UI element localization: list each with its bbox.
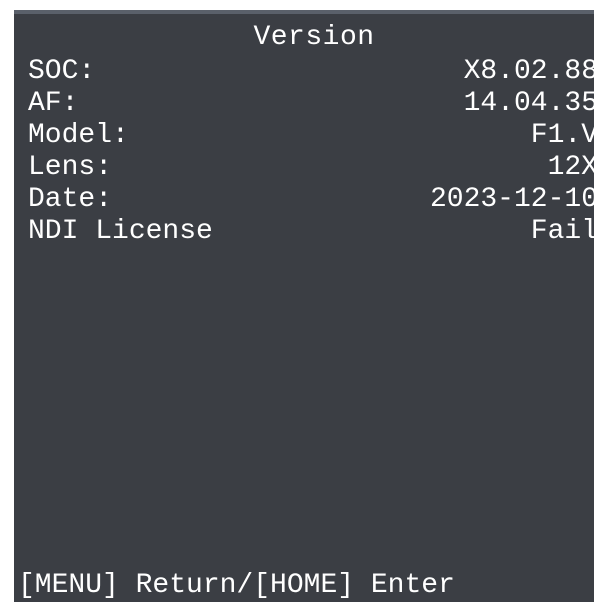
soc-label: SOC: <box>28 56 96 87</box>
info-row-date: Date: 2023-12-10 <box>28 184 594 216</box>
info-row-model: Model: F1.V <box>28 120 594 152</box>
info-row-ndi-license: NDI License Fail <box>28 216 594 248</box>
version-info-list: SOC: X8.02.88 AF: 14.04.35 Model: F1.V L… <box>28 56 594 248</box>
af-value: 14.04.35 <box>463 88 594 119</box>
menu-title: Version <box>253 22 375 53</box>
ndi-license-label: NDI License <box>28 216 213 247</box>
model-label: Model: <box>28 120 129 151</box>
info-row-lens: Lens: 12X <box>28 152 594 184</box>
date-label: Date: <box>28 184 113 215</box>
menu-footer-hint: [MENU] Return/[HOME] Enter <box>18 570 455 601</box>
info-row-af: AF: 14.04.35 <box>28 88 594 120</box>
screenshot-frame: Version SOC: X8.02.88 AF: 14.04.35 Model… <box>0 0 594 602</box>
model-value: F1.V <box>530 120 594 151</box>
info-row-soc: SOC: X8.02.88 <box>28 56 594 88</box>
lens-value: 12X <box>547 152 594 183</box>
af-label: AF: <box>28 88 79 119</box>
soc-value: X8.02.88 <box>463 56 594 87</box>
lens-label: Lens: <box>28 152 113 183</box>
ndi-license-value: Fail <box>530 216 594 247</box>
date-value: 2023-12-10 <box>429 184 594 215</box>
osd-menu-panel: Version SOC: X8.02.88 AF: 14.04.35 Model… <box>14 10 594 602</box>
